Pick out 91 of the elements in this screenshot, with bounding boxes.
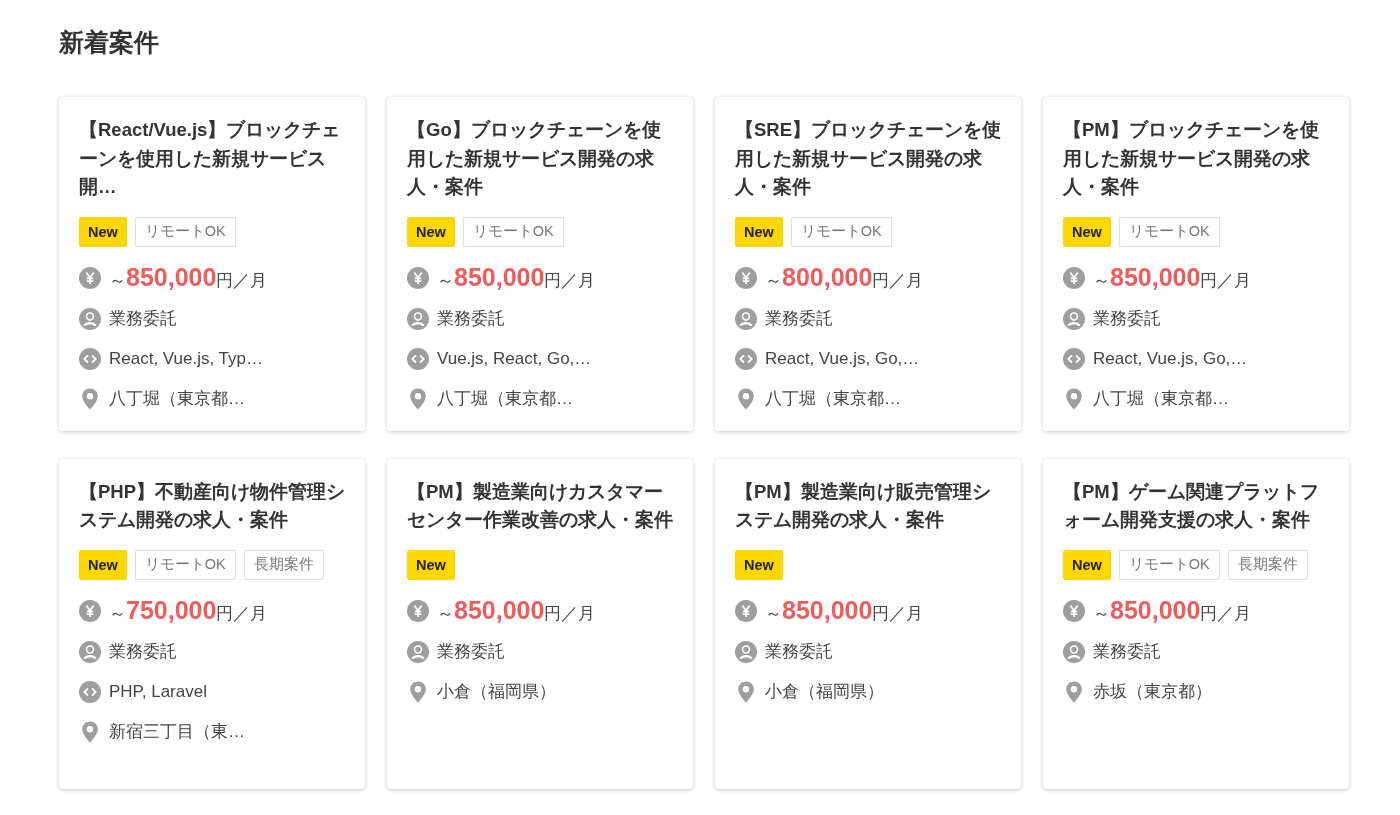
new-badge: New [407, 216, 455, 247]
new-badge: New [1063, 216, 1111, 247]
code-icon [407, 347, 429, 370]
person-icon [1063, 307, 1085, 330]
location-pin-icon [735, 680, 757, 703]
yen-icon [735, 266, 757, 289]
location-pin-icon [735, 387, 757, 410]
code-icon [735, 347, 757, 370]
new-badge: New [735, 549, 783, 580]
person-icon [1063, 640, 1085, 663]
skill-list: React, Vue.js, Go,… [765, 348, 920, 369]
job-card[interactable]: 【PM】ブロックチェーンを使用した新規サービス開発の求人・案件 New リモートOK ～850,000円／月 業務委託 React, Vue.js, Go,… 八丁堀（東京都… [1043, 97, 1349, 431]
skill-list: React, Vue.js, Typ… [109, 348, 263, 369]
person-icon [79, 307, 101, 330]
job-title: 【React/Vue.js】ブロックチェーンを使用した新規サービス開… [79, 118, 342, 199]
location-text: 八丁堀（東京都… [1093, 388, 1229, 410]
person-icon [407, 307, 429, 330]
location-pin-icon [79, 387, 101, 410]
salary-text: ～850,000円／月 [437, 596, 596, 625]
job-card[interactable]: 【SRE】ブロックチェーンを使用した新規サービス開発の求人・案件 New リモートOK ～800,000円／月 業務委託 React, Vue.js, Go,… 八丁堀（東京都… [715, 97, 1021, 431]
contract-type: 業務委託 [765, 308, 833, 330]
skill-list: React, Vue.js, Go,… [1093, 348, 1248, 369]
feature-tag: リモートOK [134, 549, 236, 580]
contract-type: 業務委託 [437, 308, 505, 330]
person-icon [407, 640, 429, 663]
yen-icon [1063, 599, 1085, 622]
salary-text: ～850,000円／月 [765, 596, 924, 625]
location-text: 小倉（福岡県） [437, 681, 556, 703]
salary-text: ～850,000円／月 [1093, 263, 1252, 292]
job-title: 【PHP】不動産向け物件管理システム開発の求人・案件 [79, 479, 347, 532]
location-text: 赤坂（東京都） [1093, 681, 1212, 703]
feature-tag: リモートOK [1118, 216, 1220, 247]
feature-tag: リモートOK [134, 216, 236, 247]
contract-type: 業務委託 [109, 641, 177, 663]
location-pin-icon [407, 680, 429, 703]
person-icon [735, 307, 757, 330]
feature-tag: 長期案件 [243, 549, 324, 580]
feature-tag: リモートOK [1118, 549, 1220, 580]
job-card[interactable]: 【PM】製造業向け販売管理システム開発の求人・案件 New ～850,000円／月 業務委託 小倉（福岡県） [715, 458, 1021, 789]
new-badge: New [79, 549, 127, 580]
location-pin-icon [79, 720, 101, 743]
contract-type: 業務委託 [109, 308, 177, 330]
feature-tag: リモートOK [790, 216, 892, 247]
yen-icon [407, 266, 429, 289]
salary-text: ～850,000円／月 [109, 263, 268, 292]
salary-text: ～850,000円／月 [1093, 596, 1252, 625]
person-icon [735, 640, 757, 663]
new-badge: New [407, 549, 455, 580]
yen-icon [407, 599, 429, 622]
contract-type: 業務委託 [765, 641, 833, 663]
job-title: 【PM】ゲーム関連プラットフォーム開発支援の求人・案件 [1063, 479, 1320, 532]
section-heading: 新着案件 [59, 27, 159, 58]
job-title: 【PM】製造業向け販売管理システム開発の求人・案件 [735, 479, 992, 532]
location-text: 小倉（福岡県） [765, 681, 884, 703]
contract-type: 業務委託 [1093, 641, 1161, 663]
feature-tag: リモートOK [462, 216, 564, 247]
location-text: 新宿三丁目（東… [109, 721, 245, 743]
job-card[interactable]: 【PHP】不動産向け物件管理システム開発の求人・案件 New リモートOK 長期案件 ～750,000円／月 業務委託 PHP, Laravel 新宿三丁目（東… [59, 458, 365, 789]
feature-tag: 長期案件 [1227, 549, 1308, 580]
yen-icon [735, 599, 757, 622]
skill-list: PHP, Laravel [109, 681, 207, 702]
contract-type: 業務委託 [437, 641, 505, 663]
job-title: 【Go】ブロックチェーンを使用した新規サービス開発の求人・案件 [407, 118, 662, 199]
code-icon [1063, 347, 1085, 370]
location-text: 八丁堀（東京都… [109, 388, 245, 410]
job-title: 【PM】ブロックチェーンを使用した新規サービス開発の求人・案件 [1063, 118, 1320, 199]
job-card[interactable]: 【Go】ブロックチェーンを使用した新規サービス開発の求人・案件 New リモートOK ～850,000円／月 業務委託 Vue.js, React, Go,… 八丁堀（東京都… [387, 97, 693, 431]
new-badge: New [79, 216, 127, 247]
code-icon [79, 680, 101, 703]
salary-text: ～850,000円／月 [437, 263, 596, 292]
salary-text: ～800,000円／月 [765, 263, 924, 292]
job-title: 【SRE】ブロックチェーンを使用した新規サービス開発の求人・案件 [735, 118, 1003, 199]
code-icon [79, 347, 101, 370]
job-card[interactable]: 【React/Vue.js】ブロックチェーンを使用した新規サービス開… New リモートOK ～850,000円／月 業務委託 React, Vue.js, Typ… 八丁堀（東京都… [59, 97, 365, 431]
location-text: 八丁堀（東京都… [765, 388, 901, 410]
job-card[interactable]: 【PM】ゲーム関連プラットフォーム開発支援の求人・案件 New リモートOK 長期案件 ～850,000円／月 業務委託 赤坂（東京都） [1043, 458, 1349, 789]
yen-icon [1063, 266, 1085, 289]
location-pin-icon [1063, 680, 1085, 703]
job-card[interactable]: 【PM】製造業向けカスタマーセンター作業改善の求人・案件 New ～850,000円／月 業務委託 小倉（福岡県） [387, 458, 693, 789]
job-title: 【PM】製造業向けカスタマーセンター作業改善の求人・案件 [407, 479, 674, 532]
person-icon [79, 640, 101, 663]
yen-icon [79, 266, 101, 289]
skill-list: Vue.js, React, Go,… [437, 348, 592, 369]
new-badge: New [735, 216, 783, 247]
contract-type: 業務委託 [1093, 308, 1161, 330]
location-text: 八丁堀（東京都… [437, 388, 573, 410]
salary-text: ～750,000円／月 [109, 596, 268, 625]
yen-icon [79, 599, 101, 622]
location-pin-icon [407, 387, 429, 410]
location-pin-icon [1063, 387, 1085, 410]
new-badge: New [1063, 549, 1111, 580]
